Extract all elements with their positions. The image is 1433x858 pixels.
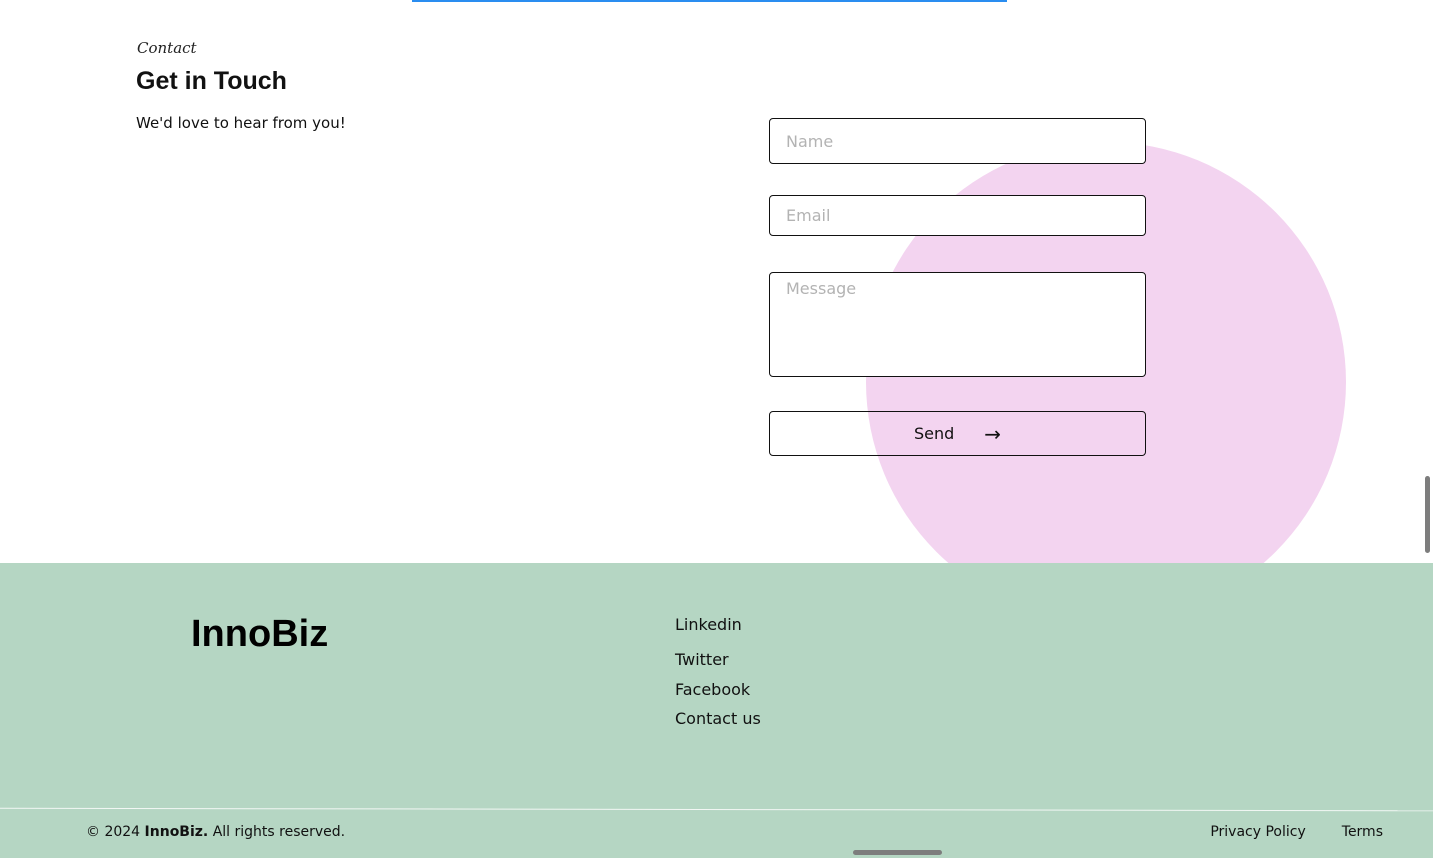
- arrow-right-icon: →: [984, 421, 1002, 446]
- site-footer: InnoBiz Linkedin Twitter Facebook Contac…: [0, 563, 1433, 858]
- footer-link-item: Linkedin: [675, 615, 761, 634]
- copyright-suffix: All rights reserved.: [212, 824, 346, 840]
- section-subtext: We'd love to hear from you!: [136, 114, 346, 132]
- footer-link-item: Facebook: [675, 680, 761, 699]
- contact-section: Contact Get in Touch We'd love to hear f…: [0, 0, 1433, 563]
- vertical-scrollbar-thumb[interactable]: [1425, 476, 1430, 553]
- terms-link[interactable]: Terms: [1342, 824, 1383, 840]
- copyright-prefix: © 2024: [86, 824, 141, 840]
- footer-brand: InnoBiz: [191, 613, 329, 655]
- linkedin-link[interactable]: Linkedin: [675, 615, 761, 634]
- name-input[interactable]: [769, 118, 1146, 164]
- twitter-link[interactable]: Twitter: [675, 650, 761, 669]
- facebook-link[interactable]: Facebook: [675, 680, 761, 699]
- footer-link-item: Twitter: [675, 650, 761, 669]
- legal-links: Privacy Policy Terms: [1210, 824, 1383, 840]
- copyright-brand: InnoBiz.: [144, 824, 209, 840]
- email-input[interactable]: [769, 195, 1146, 236]
- contact-us-link[interactable]: Contact us: [675, 709, 761, 728]
- footer-links: Linkedin Twitter Facebook Contact us: [675, 615, 761, 728]
- section-heading: Get in Touch: [136, 67, 287, 95]
- copyright-text: © 2024 InnoBiz. All rights reserved.: [86, 824, 345, 840]
- footer-link-item: Contact us: [675, 709, 761, 728]
- section-eyebrow: Contact: [137, 39, 197, 57]
- send-button-label: Send: [913, 424, 955, 443]
- privacy-policy-link[interactable]: Privacy Policy: [1210, 824, 1305, 840]
- horizontal-scrollbar-thumb[interactable]: [853, 850, 942, 855]
- footer-divider: [0, 807, 1433, 812]
- message-textarea[interactable]: [769, 272, 1146, 377]
- send-button[interactable]: Send →: [769, 411, 1146, 456]
